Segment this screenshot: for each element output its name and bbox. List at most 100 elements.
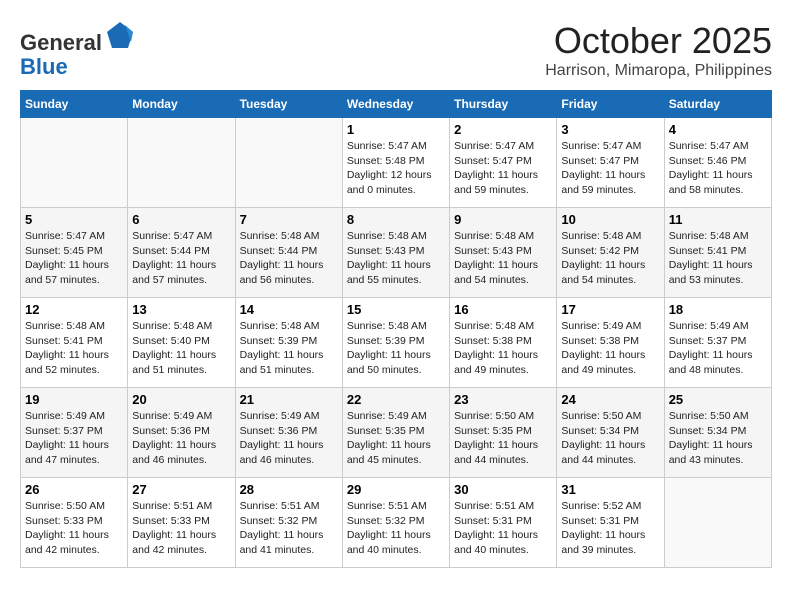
table-cell: 30 Sunrise: 5:51 AMSunset: 5:31 PMDayligh… — [450, 478, 557, 568]
table-cell: 24 Sunrise: 5:50 AMSunset: 5:34 PMDayligh… — [557, 388, 664, 478]
table-cell: 11 Sunrise: 5:48 AMSunset: 5:41 PMDayligh… — [664, 208, 771, 298]
day-info: Sunrise: 5:50 AMSunset: 5:35 PMDaylight:… — [454, 409, 552, 468]
table-cell: 20 Sunrise: 5:49 AMSunset: 5:36 PMDayligh… — [128, 388, 235, 478]
table-cell: 13 Sunrise: 5:48 AMSunset: 5:40 PMDayligh… — [128, 298, 235, 388]
calendar-body: 1 Sunrise: 5:47 AMSunset: 5:48 PMDaylight… — [21, 118, 772, 568]
day-number: 16 — [454, 302, 552, 317]
day-number: 12 — [25, 302, 123, 317]
table-cell: 14 Sunrise: 5:48 AMSunset: 5:39 PMDayligh… — [235, 298, 342, 388]
table-cell: 1 Sunrise: 5:47 AMSunset: 5:48 PMDaylight… — [342, 118, 449, 208]
day-info: Sunrise: 5:49 AMSunset: 5:36 PMDaylight:… — [132, 409, 230, 468]
day-info: Sunrise: 5:48 AMSunset: 5:39 PMDaylight:… — [347, 319, 445, 378]
table-cell: 15Sunrise: 5:48 AMSunset: 5:39 PMDayligh… — [342, 298, 449, 388]
day-info: Sunrise: 5:47 AMSunset: 5:47 PMDaylight:… — [454, 139, 552, 198]
day-number: 23 — [454, 392, 552, 407]
day-info: Sunrise: 5:52 AMSunset: 5:31 PMDaylight:… — [561, 499, 659, 558]
day-number: 31 — [561, 482, 659, 497]
day-info: Sunrise: 5:47 AMSunset: 5:48 PMDaylight:… — [347, 139, 445, 198]
day-info: Sunrise: 5:48 AMSunset: 5:41 PMDaylight:… — [669, 229, 767, 288]
header-sunday: Sunday — [21, 91, 128, 118]
header-thursday: Thursday — [450, 91, 557, 118]
day-info: Sunrise: 5:49 AMSunset: 5:35 PMDaylight:… — [347, 409, 445, 468]
table-cell: 5 Sunrise: 5:47 AMSunset: 5:45 PMDaylight… — [21, 208, 128, 298]
logo: General Blue — [20, 20, 135, 79]
day-number: 26 — [25, 482, 123, 497]
logo-general: General — [20, 30, 102, 55]
day-info: Sunrise: 5:49 AMSunset: 5:37 PMDaylight:… — [25, 409, 123, 468]
location-subtitle: Harrison, Mimaropa, Philippines — [545, 62, 772, 80]
day-number: 27 — [132, 482, 230, 497]
table-cell: 16Sunrise: 5:48 AMSunset: 5:38 PMDayligh… — [450, 298, 557, 388]
table-cell: 26 Sunrise: 5:50 AMSunset: 5:33 PMDayligh… — [21, 478, 128, 568]
header-monday: Monday — [128, 91, 235, 118]
header-tuesday: Tuesday — [235, 91, 342, 118]
day-number: 24 — [561, 392, 659, 407]
table-cell: 3Sunrise: 5:47 AMSunset: 5:47 PMDaylight… — [557, 118, 664, 208]
day-number: 13 — [132, 302, 230, 317]
day-number: 9 — [454, 212, 552, 227]
title-area: October 2025 Harrison, Mimaropa, Philipp… — [545, 20, 772, 80]
day-info: Sunrise: 5:49 AMSunset: 5:38 PMDaylight:… — [561, 319, 659, 378]
day-number: 10 — [561, 212, 659, 227]
day-info: Sunrise: 5:51 AMSunset: 5:31 PMDaylight:… — [454, 499, 552, 558]
day-info: Sunrise: 5:48 AMSunset: 5:41 PMDaylight:… — [25, 319, 123, 378]
day-info: Sunrise: 5:51 AMSunset: 5:32 PMDaylight:… — [347, 499, 445, 558]
day-number: 2 — [454, 122, 552, 137]
month-title: October 2025 — [545, 20, 772, 62]
day-info: Sunrise: 5:51 AMSunset: 5:32 PMDaylight:… — [240, 499, 338, 558]
day-info: Sunrise: 5:48 AMSunset: 5:40 PMDaylight:… — [132, 319, 230, 378]
table-cell: 8Sunrise: 5:48 AMSunset: 5:43 PMDaylight… — [342, 208, 449, 298]
day-number: 19 — [25, 392, 123, 407]
day-number: 25 — [669, 392, 767, 407]
table-cell: 12 Sunrise: 5:48 AMSunset: 5:41 PMDayligh… — [21, 298, 128, 388]
week-row-1: 1 Sunrise: 5:47 AMSunset: 5:48 PMDaylight… — [21, 118, 772, 208]
table-cell: 7 Sunrise: 5:48 AMSunset: 5:44 PMDaylight… — [235, 208, 342, 298]
logo-blue: Blue — [20, 54, 68, 79]
table-cell: 31 Sunrise: 5:52 AMSunset: 5:31 PMDayligh… — [557, 478, 664, 568]
table-cell: 28 Sunrise: 5:51 AMSunset: 5:32 PMDayligh… — [235, 478, 342, 568]
table-cell: 29 Sunrise: 5:51 AMSunset: 5:32 PMDayligh… — [342, 478, 449, 568]
day-number: 7 — [240, 212, 338, 227]
table-cell: 17 Sunrise: 5:49 AMSunset: 5:38 PMDayligh… — [557, 298, 664, 388]
day-number: 22 — [347, 392, 445, 407]
day-info: Sunrise: 5:49 AMSunset: 5:36 PMDaylight:… — [240, 409, 338, 468]
table-cell: 2 Sunrise: 5:47 AMSunset: 5:47 PMDaylight… — [450, 118, 557, 208]
table-cell — [235, 118, 342, 208]
table-cell: 18 Sunrise: 5:49 AMSunset: 5:37 PMDayligh… — [664, 298, 771, 388]
day-info: Sunrise: 5:47 AMSunset: 5:44 PMDaylight:… — [132, 229, 230, 288]
week-row-5: 26 Sunrise: 5:50 AMSunset: 5:33 PMDayligh… — [21, 478, 772, 568]
day-number: 28 — [240, 482, 338, 497]
day-info: Sunrise: 5:48 AMSunset: 5:43 PMDaylight:… — [454, 229, 552, 288]
table-cell: 4Sunrise: 5:47 AMSunset: 5:46 PMDaylight… — [664, 118, 771, 208]
day-number: 18 — [669, 302, 767, 317]
table-cell: 27 Sunrise: 5:51 AMSunset: 5:33 PMDayligh… — [128, 478, 235, 568]
week-row-2: 5 Sunrise: 5:47 AMSunset: 5:45 PMDaylight… — [21, 208, 772, 298]
day-number: 21 — [240, 392, 338, 407]
day-number: 20 — [132, 392, 230, 407]
day-number: 1 — [347, 122, 445, 137]
day-number: 14 — [240, 302, 338, 317]
day-info: Sunrise: 5:48 AMSunset: 5:42 PMDaylight:… — [561, 229, 659, 288]
logo-icon — [105, 20, 135, 50]
day-info: Sunrise: 5:50 AMSunset: 5:34 PMDaylight:… — [561, 409, 659, 468]
table-cell — [128, 118, 235, 208]
day-number: 3 — [561, 122, 659, 137]
day-info: Sunrise: 5:49 AMSunset: 5:37 PMDaylight:… — [669, 319, 767, 378]
table-cell — [21, 118, 128, 208]
calendar-header: Sunday Monday Tuesday Wednesday Thursday… — [21, 91, 772, 118]
day-number: 30 — [454, 482, 552, 497]
day-number: 29 — [347, 482, 445, 497]
day-info: Sunrise: 5:48 AMSunset: 5:39 PMDaylight:… — [240, 319, 338, 378]
day-info: Sunrise: 5:51 AMSunset: 5:33 PMDaylight:… — [132, 499, 230, 558]
day-info: Sunrise: 5:48 AMSunset: 5:43 PMDaylight:… — [347, 229, 445, 288]
calendar-table: Sunday Monday Tuesday Wednesday Thursday… — [20, 90, 772, 568]
day-info: Sunrise: 5:48 AMSunset: 5:44 PMDaylight:… — [240, 229, 338, 288]
day-number: 4 — [669, 122, 767, 137]
day-number: 17 — [561, 302, 659, 317]
day-info: Sunrise: 5:50 AMSunset: 5:33 PMDaylight:… — [25, 499, 123, 558]
day-info: Sunrise: 5:50 AMSunset: 5:34 PMDaylight:… — [669, 409, 767, 468]
day-number: 5 — [25, 212, 123, 227]
table-cell: 6Sunrise: 5:47 AMSunset: 5:44 PMDaylight… — [128, 208, 235, 298]
day-number: 11 — [669, 212, 767, 227]
day-info: Sunrise: 5:47 AMSunset: 5:45 PMDaylight:… — [25, 229, 123, 288]
